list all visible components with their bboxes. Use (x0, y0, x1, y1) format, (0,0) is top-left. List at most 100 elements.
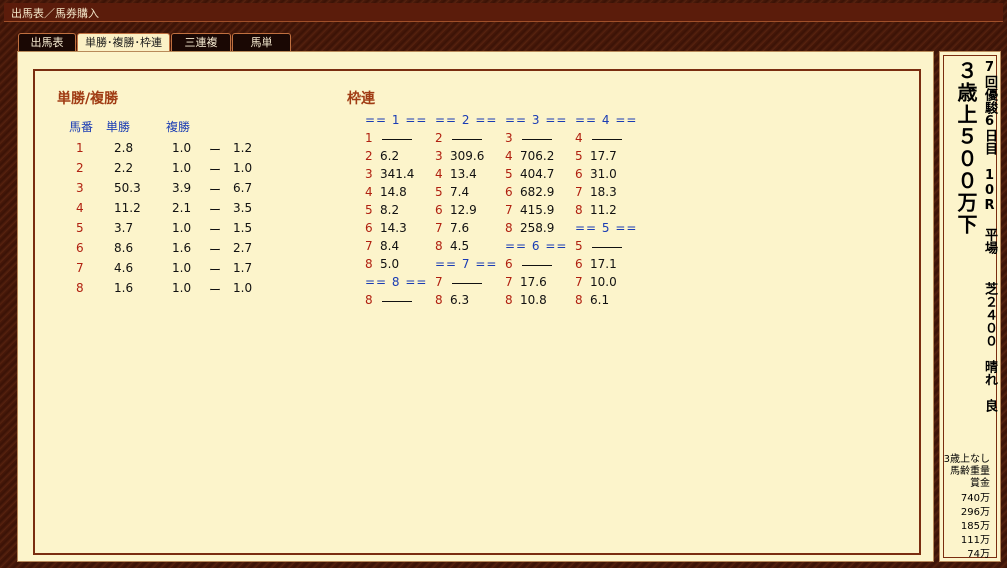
bracket-number: 8 (435, 239, 443, 253)
bracket-number: 7 (505, 275, 513, 289)
bracket-number: 8 (575, 293, 583, 307)
tab-win-place-bracket[interactable]: 単勝･複勝･枠連 (77, 33, 170, 52)
bracket-odds: 309.6 (450, 149, 485, 163)
tab-race-card[interactable]: 出馬表 (18, 33, 76, 51)
race-meeting: 7回優駿6日目 10R 平場 (982, 60, 997, 254)
bracket-number: 3 (505, 131, 513, 145)
bracket-number: 4 (575, 131, 583, 145)
place-odds-max: 1.0 (233, 161, 253, 175)
prize-label: 賞金 (970, 478, 990, 489)
bracket-number: 7 (435, 275, 443, 289)
bracket-number: 6 (505, 257, 513, 271)
win-odds: 2.2 (114, 161, 134, 175)
same-bracket-dash (592, 139, 622, 140)
bracket-number: 7 (365, 239, 373, 253)
place-odds-dash: ー (209, 283, 222, 297)
bracket-group-header: == 3 == (505, 113, 568, 127)
place-odds-min: 2.1 (172, 201, 192, 215)
bracket-number: 6 (365, 221, 373, 235)
bracket-group-header: == 2 == (435, 113, 498, 127)
bracket-group-header: == 7 == (435, 257, 498, 271)
bracket-number: 3 (365, 167, 373, 181)
bracket-odds: 6.2 (380, 149, 400, 163)
bracket-number: 5 (365, 203, 373, 217)
prize-2nd: 296万 (960, 507, 990, 518)
bracket-odds: 706.2 (520, 149, 555, 163)
place-odds-dash: ー (209, 243, 222, 257)
prize-5th: 74万 (967, 549, 990, 560)
place-odds-dash: ー (209, 223, 222, 237)
win-odds: 3.7 (114, 221, 134, 235)
same-bracket-dash (452, 283, 482, 284)
place-odds-max: 1.0 (233, 281, 253, 295)
place-odds-max: 3.5 (233, 201, 253, 215)
bracket-odds: 17.1 (590, 257, 617, 271)
bracket-odds: 17.7 (590, 149, 617, 163)
bracket-number: 7 (435, 221, 443, 235)
place-odds-max: 1.5 (233, 221, 253, 235)
race-name: ３歳上５００万下 (954, 60, 978, 236)
bracket-odds: 415.9 (520, 203, 555, 217)
horse-number: 2 (76, 161, 84, 175)
win-odds: 50.3 (114, 181, 141, 195)
bracket-number: 7 (575, 185, 583, 199)
bracket-number: 8 (505, 293, 513, 307)
bracket-odds: 14.3 (380, 221, 407, 235)
bracket-number: 4 (505, 149, 513, 163)
horse-number: 6 (76, 241, 84, 255)
same-bracket-dash (522, 139, 552, 140)
place-odds-dash: ー (209, 203, 222, 217)
header-win: 単勝 (106, 120, 131, 134)
bracket-odds: 4.5 (450, 239, 470, 253)
prize-3rd: 185万 (960, 521, 990, 532)
window-title: 出馬表／馬券購入 (11, 7, 99, 20)
race-info-panel: ３歳上５００万下 7回優駿6日目 10R 平場 芝２４００ 晴れ 良 3歳上なし… (939, 51, 1001, 562)
bracket-odds: 258.9 (520, 221, 555, 235)
bracket-odds: 404.7 (520, 167, 555, 181)
bracket-number: 6 (435, 203, 443, 217)
tab-exacta[interactable]: 馬単 (232, 33, 291, 51)
odds-panel: 単勝/複勝 枠連 馬番 単勝 複勝 1 2.8 1.0 ー 1.2 2 2.2 1.0 ー 1.0… (17, 51, 934, 562)
bracket-number: 6 (575, 257, 583, 271)
bracket-number: 5 (575, 149, 583, 163)
bracket-number: 4 (435, 167, 443, 181)
race-info-inner: ３歳上５００万下 7回優駿6日目 10R 平場 芝２４００ 晴れ 良 3歳上なし… (943, 55, 997, 560)
bracket-group-header: == 4 == (575, 113, 638, 127)
bracket-odds: 7.6 (450, 221, 470, 235)
odds-inner-panel: 単勝/複勝 枠連 馬番 単勝 複勝 1 2.8 1.0 ー 1.2 2 2.2 1.0 ー 1.0… (33, 69, 921, 555)
bracket-number: 7 (575, 275, 583, 289)
win-odds: 1.6 (114, 281, 134, 295)
win-place-title: 単勝/複勝 (57, 91, 119, 107)
bracket-number: 2 (365, 149, 373, 163)
bracket-number: 5 (505, 167, 513, 181)
place-odds-min: 1.0 (172, 261, 192, 275)
bracket-odds: 8.4 (380, 239, 400, 253)
place-odds-max: 1.7 (233, 261, 253, 275)
bracket-odds: 31.0 (590, 167, 617, 181)
place-odds-max: 1.2 (233, 141, 253, 155)
bracket-odds: 8.2 (380, 203, 400, 217)
bracket-number: 8 (365, 293, 373, 307)
win-odds: 2.8 (114, 141, 134, 155)
bracket-number: 6 (575, 167, 583, 181)
bracket-odds: 10.0 (590, 275, 617, 289)
horse-number: 1 (76, 141, 84, 155)
place-odds-dash: ー (209, 183, 222, 197)
horse-number: 5 (76, 221, 84, 235)
bracket-odds: 6.1 (590, 293, 610, 307)
win-odds: 4.6 (114, 261, 134, 275)
prize-1st: 740万 (960, 493, 990, 504)
bracket-odds: 11.2 (590, 203, 617, 217)
bracket-number: 3 (435, 149, 443, 163)
bracket-number: 7 (505, 203, 513, 217)
bracket-odds: 6.3 (450, 293, 470, 307)
header-horse-no: 馬番 (69, 120, 94, 134)
bracket-group-header: == 6 == (505, 239, 568, 253)
same-bracket-dash (382, 139, 412, 140)
place-odds-max: 6.7 (233, 181, 253, 195)
horse-number: 3 (76, 181, 84, 195)
header-place: 複勝 (166, 120, 191, 134)
tab-trio[interactable]: 三連複 (171, 33, 231, 51)
bracket-number: 8 (575, 203, 583, 217)
bracket-group-header: == 5 == (575, 221, 638, 235)
